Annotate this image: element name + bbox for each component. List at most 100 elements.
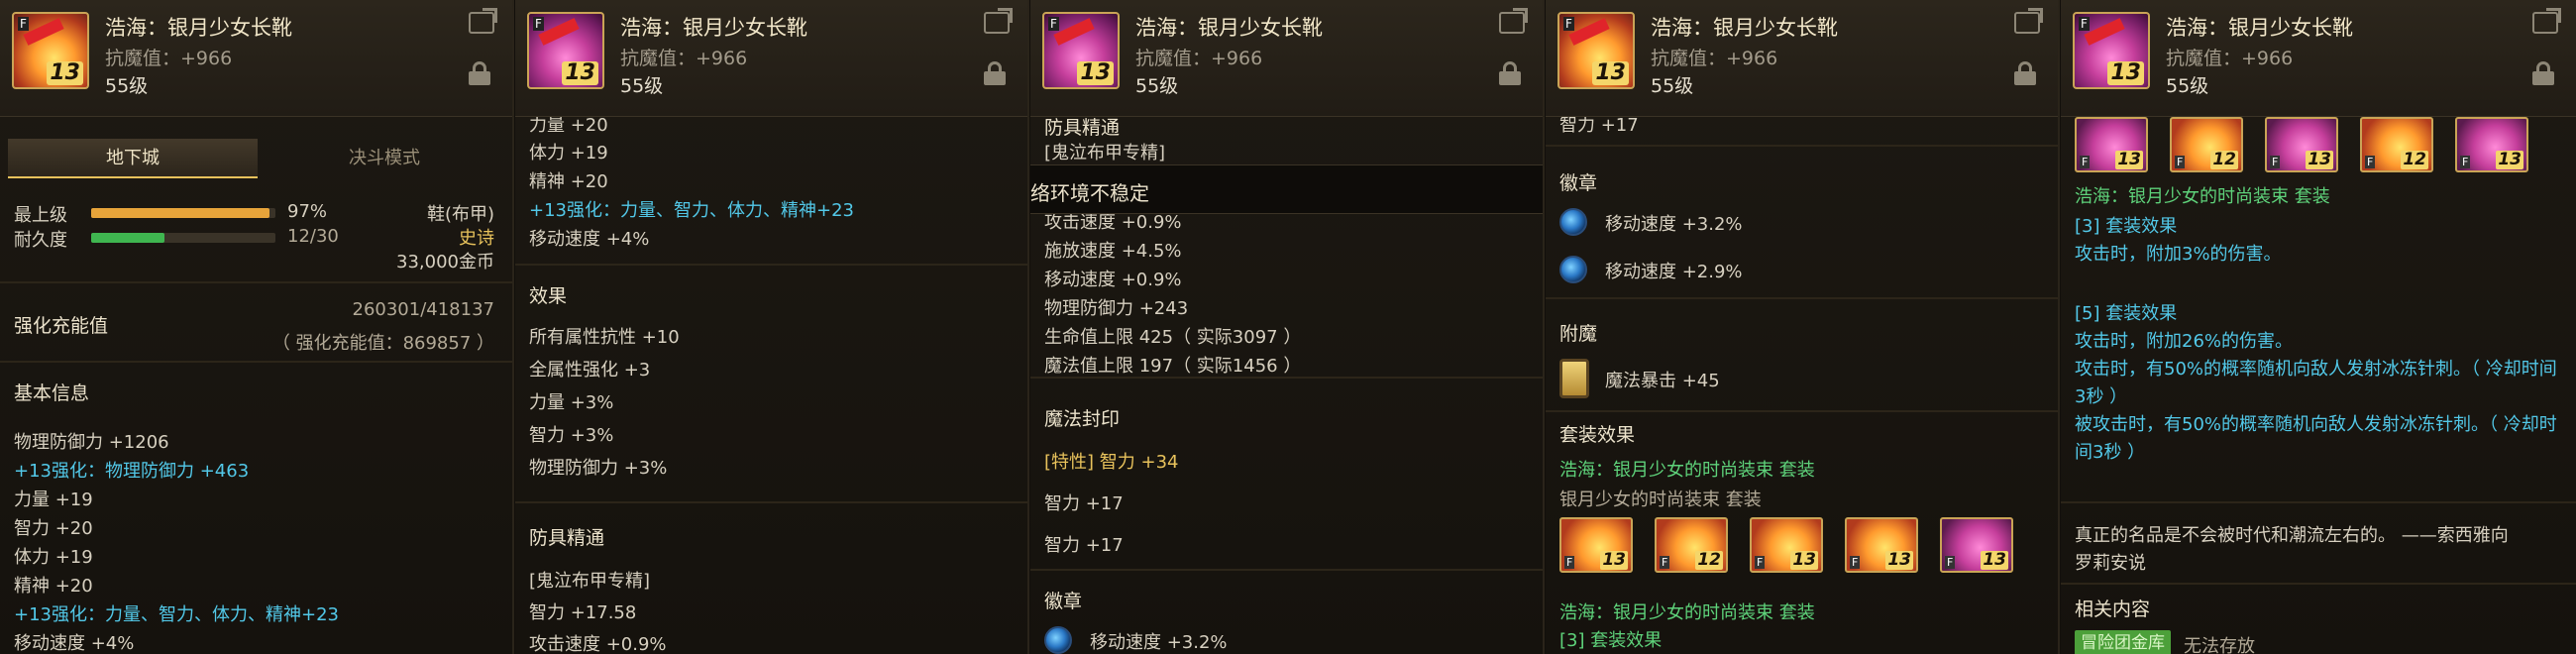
network-warning-text: 络环境不稳定	[1030, 181, 1149, 205]
item-title: 浩海：银月少女长靴	[1651, 16, 1838, 40]
flavor-text: 真正的名品是不会被时代和潮流左右的。 ——索西雅向	[2075, 525, 2509, 546]
vault-badge: 冒险团金库	[2075, 630, 2171, 654]
set-item-icon[interactable]: F 13	[1559, 517, 1633, 573]
set-item-icon[interactable]: F 13	[1750, 517, 1823, 573]
durability-label: 耐久度	[14, 230, 67, 251]
set-item-icon[interactable]: F 12	[1655, 517, 1728, 573]
stat-line: 施放速度 +4.5%	[1044, 241, 1182, 262]
stat-line: +13强化：力量、智力、体力、精神+23	[14, 604, 339, 625]
item-level: 55级	[2166, 75, 2209, 97]
set-item-icon[interactable]: F 13	[2075, 117, 2148, 172]
item-title: 浩海：银月少女长靴	[1135, 16, 1323, 40]
max-level-bar	[91, 208, 275, 218]
max-level-pct: 97%	[287, 201, 328, 222]
resist-value: 抗魔值：+966	[105, 48, 233, 69]
emblem-title: 徽章	[1559, 172, 1598, 194]
effect-title: 效果	[529, 285, 568, 307]
set-item-level: 13	[1981, 550, 2008, 570]
stat-line: 物理防御力 +1206	[14, 432, 169, 453]
tab-duel[interactable]: 决斗模式	[260, 139, 509, 178]
set-name: 浩海：银月少女的时尚装束 套装	[2075, 186, 2330, 207]
set-item-icon[interactable]: F 12	[2360, 117, 2433, 172]
set-item-level: 13	[2306, 150, 2333, 169]
item-level: 55级	[1135, 75, 1179, 97]
lock-icon[interactable]	[2014, 61, 2036, 85]
charge-value: 260301/418137	[352, 299, 495, 320]
set-item-icon[interactable]: F 12	[2170, 117, 2243, 172]
seal-title: 魔法封印	[1044, 408, 1121, 430]
lock-icon[interactable]	[2532, 61, 2554, 85]
lock-icon[interactable]	[1499, 61, 1521, 85]
item-title: 浩海：银月少女长靴	[105, 16, 292, 40]
item-header: F 13 浩海：银月少女长靴 抗魔值：+966 55级	[515, 0, 1027, 117]
enchant-title: 附魔	[1559, 323, 1598, 345]
effect-line: 所有属性抗性 +10	[529, 327, 680, 348]
set-item-level: 12	[2401, 150, 2428, 169]
set-item-icon[interactable]: F 13	[1845, 517, 1918, 573]
set-item-level: 12	[2210, 150, 2238, 169]
tab-dungeon[interactable]: 地下城	[8, 139, 258, 178]
related-title: 相关内容	[2075, 599, 2151, 620]
mastery-title: 防具精通	[529, 527, 605, 549]
stat-line: 力量 +19	[14, 490, 93, 510]
effect-line: 智力 +3%	[529, 425, 614, 446]
enchant-line: 魔法暴击 +45	[1605, 371, 1720, 391]
stat-line: 体力 +19	[14, 547, 93, 568]
emblem-title: 徽章	[1044, 591, 1083, 612]
item-thumbnail: F 13	[12, 12, 89, 89]
seal-special: [特性] 智力 +34	[1044, 452, 1179, 473]
stat-line: 移动速度 +0.9%	[1044, 270, 1182, 290]
mastery-line: 攻击速度 +0.9%	[529, 634, 667, 654]
share-icon[interactable]	[2014, 8, 2043, 34]
share-icon[interactable]	[2532, 8, 2561, 34]
stat-line: +13强化：物理防御力 +463	[14, 461, 250, 482]
set-effect-5-title: [5] 套装效果	[2075, 303, 2178, 324]
charge-sub: （ 强化充能值：869857 ）	[271, 333, 494, 354]
item-type: 鞋(布甲)	[426, 204, 494, 225]
share-icon[interactable]	[1499, 8, 1528, 34]
set-item-icon[interactable]: F 13	[2455, 117, 2528, 172]
item-thumbnail: F 13	[1557, 12, 1635, 89]
lock-icon[interactable]	[984, 61, 1006, 85]
item-header: F 13 浩海：银月少女长靴 抗魔值：+966 55级	[1030, 0, 1543, 117]
item-header: F 13 浩海：银月少女长靴 抗魔值：+966 55级	[1546, 0, 2058, 117]
emblem-line: 移动速度 +3.2%	[1605, 214, 1743, 235]
item-thumbnail: F 13	[2073, 12, 2150, 89]
share-icon[interactable]	[469, 8, 497, 34]
set-item-level: 13	[2115, 150, 2143, 169]
mode-tabs: 地下城 决斗模式	[8, 139, 509, 180]
set-name: 浩海：银月少女的时尚装束 套装	[1559, 602, 1815, 623]
item-title: 浩海：银月少女长靴	[620, 16, 807, 40]
emblem-line: 移动速度 +2.9%	[1605, 262, 1743, 282]
resist-value: 抗魔值：+966	[1135, 48, 1263, 69]
set-item-icon[interactable]: F 13	[2265, 117, 2338, 172]
item-level: 55级	[1651, 75, 1694, 97]
set-item-level: 13	[1790, 550, 1818, 570]
seal-line: 智力 +17	[1044, 535, 1124, 556]
set-item-level: 13	[2496, 150, 2523, 169]
set-item-level: 12	[1695, 550, 1723, 570]
mastery-line: [鬼泣布甲专精]	[529, 571, 651, 592]
stat-line: 精神 +20	[529, 171, 608, 192]
tooltip-panel-5: F 13 浩海：银月少女长靴 抗魔值：+966 55级 F 13 F 12 F 13 F 12 F…	[2061, 0, 2576, 654]
resist-value: 抗魔值：+966	[620, 48, 748, 69]
set-item-icon[interactable]: F 13	[1940, 517, 2013, 573]
tooltip-panel-2: F 13 浩海：银月少女长靴 抗魔值：+966 55级 力量 +20 体力 +19…	[515, 0, 1029, 654]
max-level-label: 最上级	[14, 205, 67, 226]
effect-line: 全属性强化 +3	[529, 360, 651, 381]
tooltip-panel-1: F 13 浩海：银月少女长靴 抗魔值：+966 55级 地下城 决斗模式 最上级 …	[0, 0, 514, 654]
lock-icon[interactable]	[469, 61, 490, 85]
basic-info-title: 基本信息	[14, 382, 90, 404]
set-item-level: 13	[1885, 550, 1913, 570]
share-icon[interactable]	[984, 8, 1013, 34]
set-effect-3-line: 攻击时，附加3%的伤害。	[2075, 244, 2282, 265]
item-level: 55级	[620, 75, 664, 97]
effect-line: 物理防御力 +3%	[529, 458, 668, 479]
item-thumbnail: F 13	[527, 12, 604, 89]
tooltip-panel-3: F 13 浩海：银月少女长靴 抗魔值：+966 55级 防具精通 [鬼泣布甲专精]…	[1030, 0, 1545, 654]
emblem-icon	[1559, 256, 1587, 283]
rarity: 史诗	[459, 228, 494, 249]
emblem-icon	[1044, 626, 1072, 654]
set-effect-5-line: 3秒 ）	[2075, 386, 2128, 407]
set-effect-5-line: 间3秒 ）	[2075, 442, 2146, 463]
